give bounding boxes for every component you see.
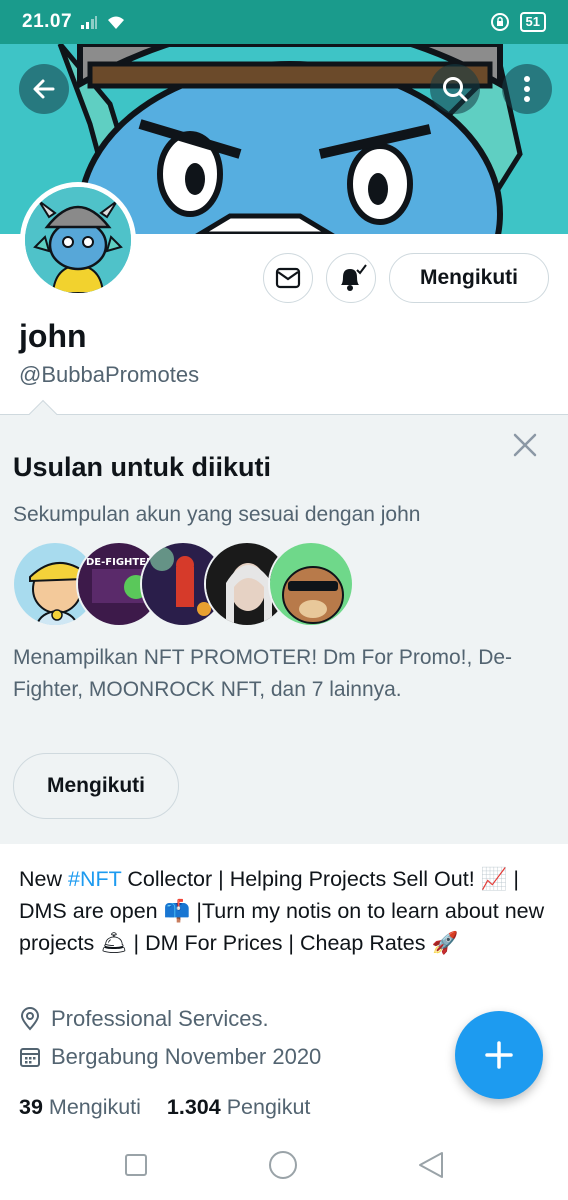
more-button[interactable] (502, 64, 552, 114)
suggestions-title: Usulan untuk diikuti (13, 452, 272, 482)
suggested-avatars[interactable]: DE-FIGHTER (12, 541, 354, 629)
wifi-icon (108, 16, 125, 29)
category-text: Professional Services. (51, 1006, 269, 1031)
following-button[interactable]: Mengikuti (389, 253, 549, 303)
envelope-icon (275, 267, 301, 289)
system-nav-bar (0, 1130, 568, 1200)
profile-handle: @BubbaPromotes (19, 362, 200, 387)
home-icon[interactable] (268, 1150, 298, 1180)
profile-name: john (19, 318, 87, 354)
message-button[interactable] (263, 253, 313, 303)
bio-text: Collector | Helping Projects Sell Out! (121, 867, 481, 891)
calendar-icon (20, 1048, 40, 1067)
status-time: 21.07 (22, 11, 73, 32)
dismiss-suggestions-button[interactable] (508, 428, 542, 462)
followers-count: 1.304 (166, 1095, 221, 1119)
suggested-avatar (268, 541, 354, 627)
followers-link[interactable]: 1.304 Pengikut (167, 1095, 310, 1120)
status-bar: 21.07 51 (0, 0, 568, 44)
rocket-emoji: 🚀 (431, 931, 459, 955)
compose-button[interactable] (455, 1011, 543, 1099)
followers-label: Pengikut (226, 1095, 311, 1119)
bio-text: New (19, 867, 68, 891)
following-link[interactable]: 39 Mengikuti (19, 1095, 141, 1120)
bell-check-icon (341, 264, 367, 291)
more-vertical-icon (524, 76, 530, 102)
chart-emoji: 📈 (480, 867, 508, 891)
profile-avatar[interactable] (20, 182, 136, 298)
signal-icon (81, 16, 98, 29)
location-pin-icon (20, 1007, 40, 1031)
suggestions-subtitle: Sekumpulan akun yang sesuai dengan john (13, 503, 421, 526)
joined-text: Bergabung November 2020 (51, 1044, 322, 1069)
mailbox-emoji: 📫 (163, 899, 191, 923)
search-button[interactable] (430, 64, 480, 114)
bio-text: | DM For Prices | Cheap Rates (127, 931, 432, 955)
following-label: Mengikuti (48, 1095, 141, 1119)
avatar (25, 187, 131, 293)
back-button[interactable] (19, 64, 69, 114)
hashtag-link[interactable]: #NFT (68, 867, 121, 891)
battery-icon: 51 (519, 12, 546, 32)
profile-joined: Bergabung November 2020 (19, 1044, 321, 1070)
lock-rotation-icon (490, 13, 509, 31)
recent-apps-icon[interactable] (124, 1153, 148, 1177)
profile-bio: New #NFT Collector | Helping Projects Se… (19, 863, 549, 959)
notifications-button[interactable] (326, 253, 376, 303)
back-nav-icon[interactable] (418, 1151, 444, 1179)
suggestions-description: Menampilkan NFT PROMOTER! Dm For Promo!,… (13, 646, 513, 701)
profile-stats: 39 Mengikuti 1.304 Pengikut (19, 1095, 310, 1120)
arrow-left-icon (33, 79, 55, 99)
search-icon (443, 77, 468, 102)
follow-suggestions-button[interactable]: Mengikuti (13, 753, 179, 819)
following-count: 39 (19, 1095, 43, 1119)
plus-icon (485, 1041, 513, 1069)
close-icon (513, 433, 537, 457)
avatar-illustration (25, 187, 131, 293)
bell-emoji: 🛎 (100, 931, 128, 955)
profile-category: Professional Services. (19, 1006, 269, 1032)
